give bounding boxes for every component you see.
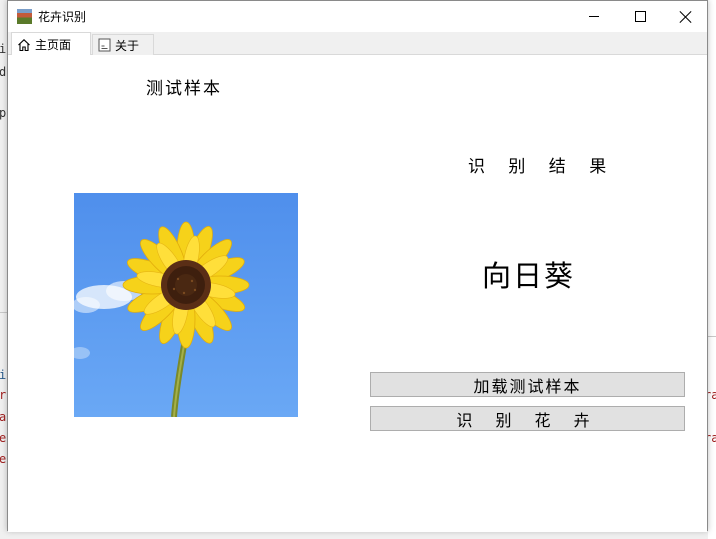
background-code-fragment: p [0, 106, 7, 120]
background-code-fragment: d [0, 65, 7, 79]
document-icon [98, 38, 111, 52]
load-sample-button[interactable]: 加载测试样本 [370, 372, 685, 397]
tab-bar: 主页面 关于 [8, 32, 707, 56]
maximize-icon [634, 11, 646, 22]
result-value: 向日葵 [482, 259, 576, 293]
window-title: 花卉识别 [38, 10, 87, 24]
background-window-edge [708, 0, 716, 539]
minimize-button[interactable] [571, 1, 617, 32]
tab-home-label: 主页面 [35, 38, 72, 52]
home-icon [17, 38, 31, 52]
background-code-fragment: r [0, 388, 7, 402]
background-code-fragment: i [0, 42, 7, 56]
sample-label: 测试样本 [146, 79, 222, 99]
tab-home[interactable]: 主页面 [11, 32, 91, 56]
sample-image [74, 193, 298, 417]
result-title: 识 别 结 果 [468, 157, 616, 177]
minimize-icon [589, 16, 599, 17]
app-window: 花卉识别 主页面 关于 测试样本 识 别 结 果 向日葵 加载测试样本 识 别 … [7, 0, 708, 532]
main-page: 测试样本 识 别 结 果 向日葵 加载测试样本 识 别 花 卉 [8, 55, 707, 532]
close-icon [680, 11, 692, 23]
app-icon [17, 9, 32, 24]
background-code-fragment: e [0, 431, 7, 445]
sunflower-image [74, 193, 298, 417]
background-code-fragment: i [0, 368, 7, 382]
recognize-flower-button[interactable]: 识 别 花 卉 [370, 406, 685, 431]
title-bar[interactable]: 花卉识别 [8, 1, 707, 32]
background-code-fragment: e [0, 452, 7, 466]
close-button[interactable] [663, 1, 709, 32]
maximize-button[interactable] [617, 1, 663, 32]
tab-about[interactable]: 关于 [92, 34, 154, 55]
background-divider [708, 336, 716, 337]
background-code-fragment: a [0, 410, 7, 424]
tab-about-label: 关于 [115, 38, 140, 53]
